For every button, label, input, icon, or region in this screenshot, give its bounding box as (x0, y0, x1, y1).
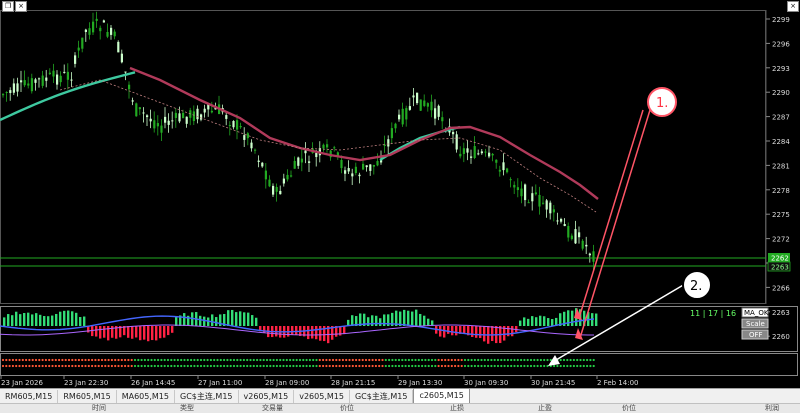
price-tick-label: 2293 (772, 65, 790, 73)
price-tick-label: 2296 (772, 40, 790, 48)
chart-tab[interactable]: GC$主连,M15 (350, 389, 414, 403)
current-price-tag-text: 2262 (771, 255, 789, 263)
price-tick-label: 2290 (772, 89, 790, 97)
annotation-label-1: 1. (656, 96, 668, 111)
price-tick-label: 2266 (772, 284, 790, 292)
chart-tab[interactable]: GC$主连,M15 (175, 389, 239, 403)
scale-button[interactable]: Scale (741, 318, 769, 329)
time-tick-label: 2 Feb 14:00 (597, 379, 638, 387)
window-close-right-button[interactable]: × (787, 1, 799, 12)
time-tick-label: 23 Jan 2026 (1, 379, 44, 387)
price-tick-label: 2281 (772, 162, 790, 170)
time-tick-label: 28 Jan 21:15 (331, 379, 375, 387)
price-tick-label: 2287 (772, 114, 790, 122)
chart-tab[interactable]: c2605,M15 (413, 388, 470, 403)
time-tick-label: 30 Jan 09:30 (464, 379, 508, 387)
time-tick-label: 27 Jan 11:00 (198, 379, 242, 387)
time-tick-label: 26 Jan 14:45 (131, 379, 175, 387)
svg-text:OFF: OFF (749, 331, 763, 339)
price-tick-label: 2278 (772, 187, 790, 195)
chart-tab-bar: RM605,M15 RM605,M15 MA605,M15 GC$主连,M15 v260… (0, 388, 800, 403)
price-tick-label: 2284 (772, 138, 790, 146)
ma-ok-button[interactable]: MA_OK (741, 307, 769, 318)
price-tick-label: 2260 (772, 333, 790, 341)
line-price-tag-text: 2263 (771, 264, 789, 272)
chart-window[interactable]: 2299 2296 2293 2290 2287 2284 2281 2278 2275 2272… (0, 0, 800, 413)
price-tick-label: 2263 (772, 309, 790, 317)
price-tick-label: 2272 (772, 236, 790, 244)
chart-tab[interactable]: MA605,M15 (117, 389, 175, 403)
price-tick-label: 2299 (772, 16, 790, 24)
svg-text:MA_OK: MA_OK (744, 309, 769, 317)
chart-tab[interactable]: RM605,M15 (58, 389, 117, 403)
svg-text:Scale: Scale (746, 320, 765, 328)
time-tick-label: 28 Jan 09:00 (265, 379, 309, 387)
time-tick-label: 30 Jan 21:45 (531, 379, 575, 387)
chart-tab[interactable]: RM605,M15 (0, 389, 59, 403)
chart-tab[interactable]: v2605,M15 (239, 389, 295, 403)
chart-tab[interactable]: v2605,M15 (294, 389, 350, 403)
off-button[interactable]: OFF (741, 329, 769, 340)
price-chart[interactable]: 2299 2296 2293 2290 2287 2284 2281 2278 2275 2272… (0, 0, 800, 388)
close-window-button[interactable]: × (15, 1, 27, 12)
time-tick-label: 29 Jan 13:30 (398, 379, 442, 387)
time-tick-label: 23 Jan 22:30 (64, 379, 108, 387)
restore-window-button[interactable]: ❐ (2, 1, 14, 12)
annotation-label-2: 2. (690, 279, 702, 294)
price-tick-label: 2275 (772, 211, 790, 219)
indicator-readout: 11 | 17 | 16 (690, 309, 736, 318)
